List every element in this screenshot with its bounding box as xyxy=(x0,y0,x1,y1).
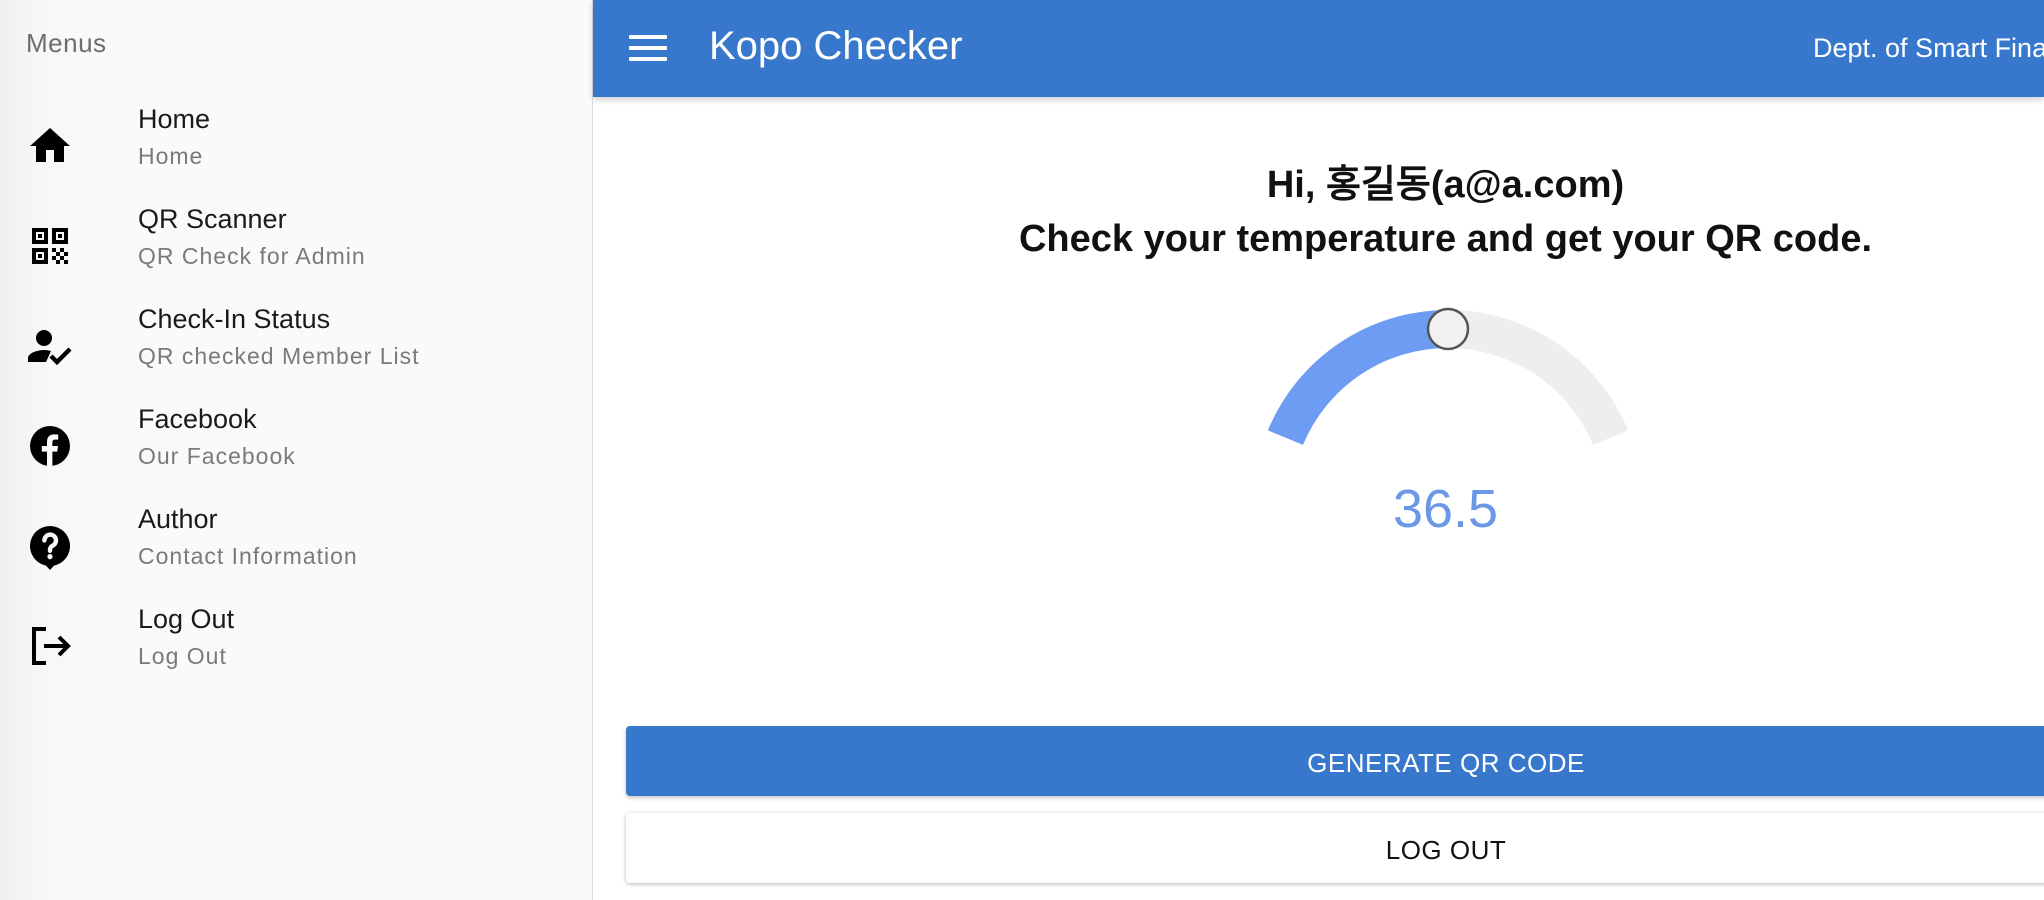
user-check-icon xyxy=(26,322,74,370)
main-content: Hi, 홍길동(a@a.com) Check your temperature … xyxy=(593,97,2044,900)
menu-sublabel: Our Facebook xyxy=(138,443,296,469)
app-root: Menus Home Home QR Scanner QR Check for … xyxy=(0,0,2044,900)
menu-label: QR Scanner xyxy=(138,204,287,234)
menu-sublabel: Contact Information xyxy=(138,543,358,569)
menu-sublabel: QR checked Member List xyxy=(138,343,420,369)
home-icon xyxy=(26,122,74,170)
qr-code-icon xyxy=(26,222,74,270)
log-out-button[interactable]: LOG OUT xyxy=(626,813,2044,883)
temperature-value: 36.5 xyxy=(1392,479,1499,539)
menu-label: Author xyxy=(138,504,218,534)
help-icon xyxy=(26,522,74,570)
menu-item-author[interactable]: Author Contact Information xyxy=(0,504,593,604)
menu-icon[interactable] xyxy=(629,30,669,66)
menu-item-home[interactable]: Home Home xyxy=(0,104,593,204)
generate-qr-code-label: GENERATE QR CODE xyxy=(1307,748,1585,778)
menu-sublabel: QR Check for Admin xyxy=(138,243,366,269)
department-label: Dept. of Smart Fina xyxy=(1813,33,2044,63)
greeting-text: Hi, 홍길동(a@a.com) xyxy=(1266,164,1625,206)
facebook-icon xyxy=(26,422,74,470)
menu-label: Check-In Status xyxy=(138,304,331,334)
menu-sublabel: Home xyxy=(138,143,204,169)
logout-icon xyxy=(26,622,74,670)
menu-label: Facebook xyxy=(138,404,257,434)
menu-item-facebook[interactable]: Facebook Our Facebook xyxy=(0,404,593,504)
navigation-drawer: Menus Home Home QR Scanner QR Check for … xyxy=(0,0,593,900)
app-bar: Kopo Checker Dept. of Smart Fina xyxy=(593,0,2044,97)
generate-qr-code-button[interactable]: GENERATE QR CODE xyxy=(626,726,2044,796)
app-title: Kopo Checker xyxy=(709,24,963,68)
drawer-title: Menus xyxy=(26,28,107,58)
gauge-fill xyxy=(1267,310,1449,446)
log-out-label: LOG OUT xyxy=(1385,835,1507,865)
instruction-text: Check your temperature and get your QR c… xyxy=(1018,218,1873,260)
menu-label: Home xyxy=(138,104,211,134)
temperature-slider-thumb[interactable] xyxy=(1426,307,1470,351)
menu-label: Log Out xyxy=(138,604,235,634)
menu-item-check-in-status[interactable]: Check-In Status QR checked Member List xyxy=(0,304,593,404)
menu-sublabel: Log Out xyxy=(138,643,227,669)
menu-item-qr-scanner[interactable]: QR Scanner QR Check for Admin xyxy=(0,204,593,304)
menu-item-log-out[interactable]: Log Out Log Out xyxy=(0,604,593,704)
